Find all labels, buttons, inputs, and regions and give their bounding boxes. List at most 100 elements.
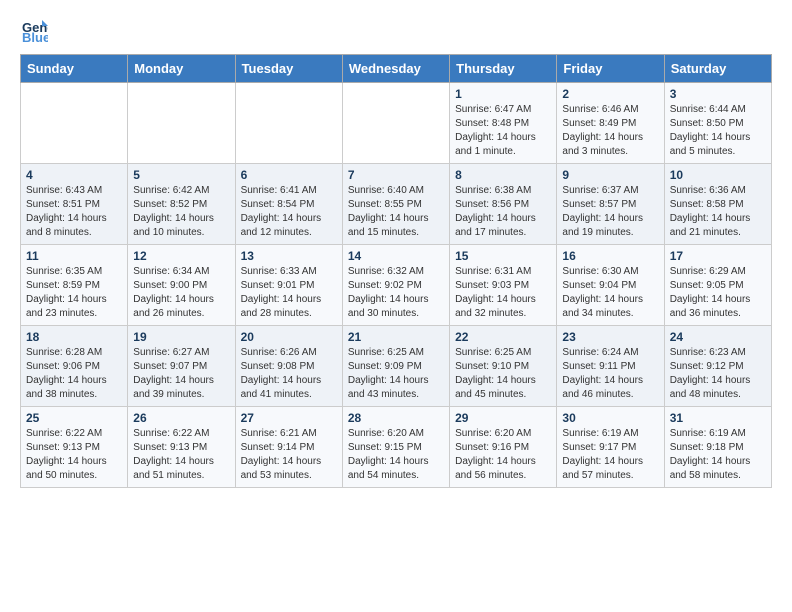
day-info: Sunrise: 6:21 AM Sunset: 9:14 PM Dayligh… [241, 427, 337, 483]
day-number: 31 [670, 411, 766, 425]
day-info: Sunrise: 6:22 AM Sunset: 9:13 PM Dayligh… [26, 427, 122, 483]
day-info: Sunrise: 6:46 AM Sunset: 8:49 PM Dayligh… [562, 103, 658, 159]
day-info: Sunrise: 6:42 AM Sunset: 8:52 PM Dayligh… [133, 184, 229, 240]
day-info: Sunrise: 6:38 AM Sunset: 8:56 PM Dayligh… [455, 184, 551, 240]
calendar-cell: 23Sunrise: 6:24 AM Sunset: 9:11 PM Dayli… [557, 326, 664, 407]
calendar-cell: 21 Sunrise: 6:25 AM Sunset: 9:09 PM Dayli… [342, 326, 449, 407]
page-header: General Blue [20, 16, 772, 44]
day-number: 27 [241, 411, 337, 425]
day-number: 10 [670, 168, 766, 182]
calendar-cell: 2 Sunrise: 6:46 AM Sunset: 8:49 PM Daylig… [557, 83, 664, 164]
day-number: 16 [562, 249, 658, 263]
day-header-tuesday: Tuesday [235, 55, 342, 83]
calendar-week-row: 18 Sunrise: 6:28 AM Sunset: 9:06 PM Dayli… [21, 326, 772, 407]
calendar-header-row: SundayMondayTuesdayWednesdayThursdayFrid… [21, 55, 772, 83]
day-number: 14 [348, 249, 444, 263]
day-number: 15 [455, 249, 551, 263]
day-info: Sunrise: 6:28 AM Sunset: 9:06 PM Dayligh… [26, 346, 122, 402]
day-info: Sunrise: 6:20 AM Sunset: 9:16 PM Dayligh… [455, 427, 551, 483]
day-number: 13 [241, 249, 337, 263]
day-info: Sunrise: 6:30 AM Sunset: 9:04 PM Dayligh… [562, 265, 658, 321]
calendar-cell: 28Sunrise: 6:20 AM Sunset: 9:15 PM Dayli… [342, 407, 449, 488]
calendar-cell: 4Sunrise: 6:43 AM Sunset: 8:51 PM Daylig… [21, 164, 128, 245]
day-number: 6 [241, 168, 337, 182]
day-info: Sunrise: 6:33 AM Sunset: 9:01 PM Dayligh… [241, 265, 337, 321]
calendar-cell: 6 Sunrise: 6:41 AM Sunset: 8:54 PM Daylig… [235, 164, 342, 245]
calendar-cell [128, 83, 235, 164]
day-info: Sunrise: 6:25 AM Sunset: 9:10 PM Dayligh… [455, 346, 551, 402]
day-number: 23 [562, 330, 658, 344]
day-info: Sunrise: 6:37 AM Sunset: 8:57 PM Dayligh… [562, 184, 658, 240]
day-header-friday: Friday [557, 55, 664, 83]
calendar-cell: 13 Sunrise: 6:33 AM Sunset: 9:01 PM Dayli… [235, 245, 342, 326]
day-number: 17 [670, 249, 766, 263]
day-number: 5 [133, 168, 229, 182]
day-number: 28 [348, 411, 444, 425]
day-number: 18 [26, 330, 122, 344]
calendar-week-row: 4Sunrise: 6:43 AM Sunset: 8:51 PM Daylig… [21, 164, 772, 245]
day-header-wednesday: Wednesday [342, 55, 449, 83]
calendar-cell: 18 Sunrise: 6:28 AM Sunset: 9:06 PM Dayli… [21, 326, 128, 407]
day-number: 29 [455, 411, 551, 425]
day-info: Sunrise: 6:22 AM Sunset: 9:13 PM Dayligh… [133, 427, 229, 483]
calendar-cell [342, 83, 449, 164]
day-info: Sunrise: 6:31 AM Sunset: 9:03 PM Dayligh… [455, 265, 551, 321]
calendar-cell: 11 Sunrise: 6:35 AM Sunset: 8:59 PM Dayli… [21, 245, 128, 326]
svg-text:Blue: Blue [22, 30, 48, 44]
calendar-cell: 26 Sunrise: 6:22 AM Sunset: 9:13 PM Dayli… [128, 407, 235, 488]
day-number: 7 [348, 168, 444, 182]
day-number: 12 [133, 249, 229, 263]
day-info: Sunrise: 6:19 AM Sunset: 9:18 PM Dayligh… [670, 427, 766, 483]
day-info: Sunrise: 6:44 AM Sunset: 8:50 PM Dayligh… [670, 103, 766, 159]
calendar-cell: 8 Sunrise: 6:38 AM Sunset: 8:56 PM Daylig… [450, 164, 557, 245]
calendar-cell: 10 Sunrise: 6:36 AM Sunset: 8:58 PM Dayli… [664, 164, 771, 245]
calendar-cell: 29 Sunrise: 6:20 AM Sunset: 9:16 PM Dayli… [450, 407, 557, 488]
calendar-cell: 22Sunrise: 6:25 AM Sunset: 9:10 PM Dayli… [450, 326, 557, 407]
calendar-cell [235, 83, 342, 164]
calendar-cell: 15 Sunrise: 6:31 AM Sunset: 9:03 PM Dayli… [450, 245, 557, 326]
day-header-thursday: Thursday [450, 55, 557, 83]
day-number: 2 [562, 87, 658, 101]
calendar-week-row: 1 Sunrise: 6:47 AM Sunset: 8:48 PM Daylig… [21, 83, 772, 164]
day-number: 3 [670, 87, 766, 101]
day-info: Sunrise: 6:27 AM Sunset: 9:07 PM Dayligh… [133, 346, 229, 402]
day-number: 26 [133, 411, 229, 425]
day-info: Sunrise: 6:41 AM Sunset: 8:54 PM Dayligh… [241, 184, 337, 240]
calendar-cell: 5 Sunrise: 6:42 AM Sunset: 8:52 PM Daylig… [128, 164, 235, 245]
day-info: Sunrise: 6:25 AM Sunset: 9:09 PM Dayligh… [348, 346, 444, 402]
calendar-cell: 25 Sunrise: 6:22 AM Sunset: 9:13 PM Dayli… [21, 407, 128, 488]
day-info: Sunrise: 6:40 AM Sunset: 8:55 PM Dayligh… [348, 184, 444, 240]
day-number: 24 [670, 330, 766, 344]
calendar-cell: 27 Sunrise: 6:21 AM Sunset: 9:14 PM Dayli… [235, 407, 342, 488]
day-number: 20 [241, 330, 337, 344]
day-header-saturday: Saturday [664, 55, 771, 83]
day-number: 9 [562, 168, 658, 182]
day-info: Sunrise: 6:23 AM Sunset: 9:12 PM Dayligh… [670, 346, 766, 402]
calendar-cell: 24 Sunrise: 6:23 AM Sunset: 9:12 PM Dayli… [664, 326, 771, 407]
calendar-week-row: 11 Sunrise: 6:35 AM Sunset: 8:59 PM Dayli… [21, 245, 772, 326]
day-info: Sunrise: 6:35 AM Sunset: 8:59 PM Dayligh… [26, 265, 122, 321]
day-number: 25 [26, 411, 122, 425]
calendar-cell: 9 Sunrise: 6:37 AM Sunset: 8:57 PM Daylig… [557, 164, 664, 245]
calendar-cell: 17 Sunrise: 6:29 AM Sunset: 9:05 PM Dayli… [664, 245, 771, 326]
day-info: Sunrise: 6:36 AM Sunset: 8:58 PM Dayligh… [670, 184, 766, 240]
day-info: Sunrise: 6:29 AM Sunset: 9:05 PM Dayligh… [670, 265, 766, 321]
calendar-cell: 7 Sunrise: 6:40 AM Sunset: 8:55 PM Daylig… [342, 164, 449, 245]
day-info: Sunrise: 6:34 AM Sunset: 9:00 PM Dayligh… [133, 265, 229, 321]
day-info: Sunrise: 6:26 AM Sunset: 9:08 PM Dayligh… [241, 346, 337, 402]
day-header-sunday: Sunday [21, 55, 128, 83]
calendar-cell: 12 Sunrise: 6:34 AM Sunset: 9:00 PM Dayli… [128, 245, 235, 326]
day-info: Sunrise: 6:47 AM Sunset: 8:48 PM Dayligh… [455, 103, 551, 159]
day-number: 21 [348, 330, 444, 344]
day-number: 8 [455, 168, 551, 182]
calendar-cell: 1 Sunrise: 6:47 AM Sunset: 8:48 PM Daylig… [450, 83, 557, 164]
day-number: 11 [26, 249, 122, 263]
day-number: 4 [26, 168, 122, 182]
calendar-table: SundayMondayTuesdayWednesdayThursdayFrid… [20, 54, 772, 488]
day-number: 19 [133, 330, 229, 344]
day-number: 1 [455, 87, 551, 101]
calendar-cell: 19 Sunrise: 6:27 AM Sunset: 9:07 PM Dayli… [128, 326, 235, 407]
calendar-cell: 3 Sunrise: 6:44 AM Sunset: 8:50 PM Daylig… [664, 83, 771, 164]
calendar-cell: 30Sunrise: 6:19 AM Sunset: 9:17 PM Dayli… [557, 407, 664, 488]
logo: General Blue [20, 16, 50, 44]
